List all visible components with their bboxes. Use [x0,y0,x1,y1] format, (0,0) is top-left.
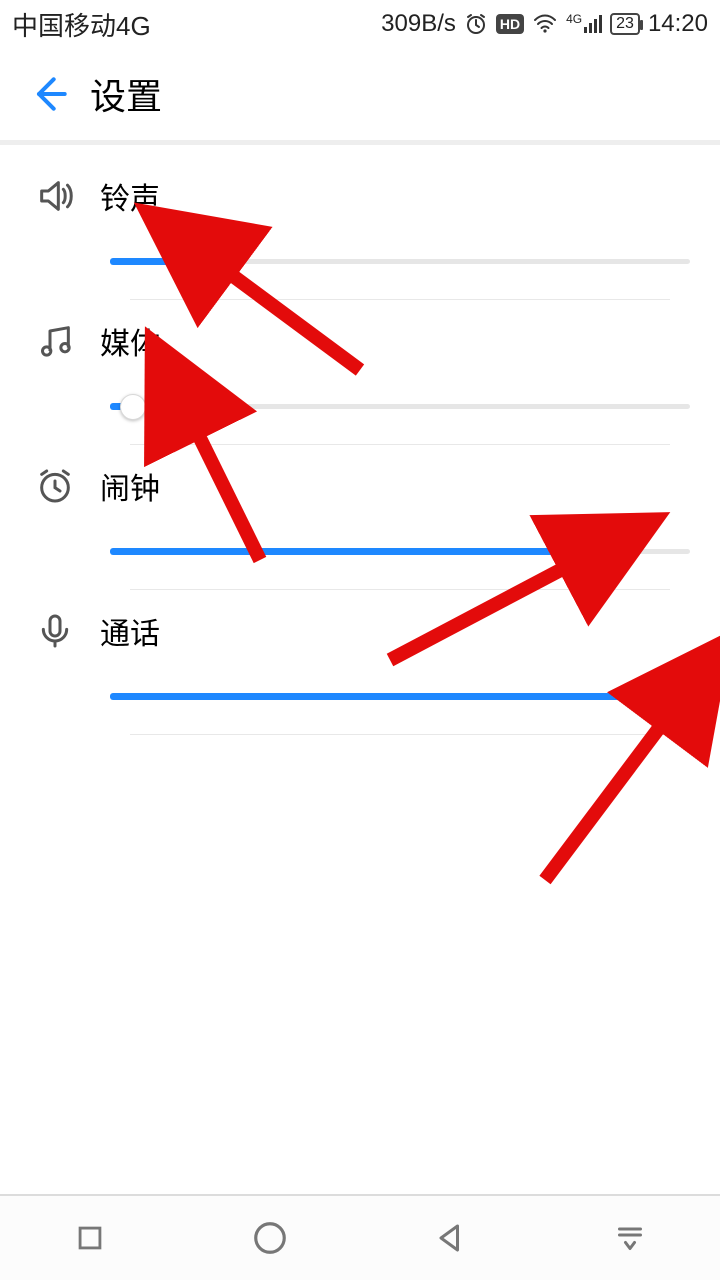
call-slider[interactable] [110,666,690,726]
status-time: 14:20 [648,10,708,38]
mic-icon [20,611,90,651]
app-header: 设置 [0,48,720,140]
hd-icon: HD [496,14,524,34]
music-icon [20,321,90,361]
row-label: 闹钟 [100,464,160,508]
volume-row-ringtone: 铃声 [0,161,720,300]
volume-row-media: 媒体 [0,306,720,445]
system-navbar [0,1194,720,1280]
row-label: 媒体 [100,319,160,363]
cellular-icon: 4G [566,15,602,33]
wifi-icon [532,12,558,36]
back-button[interactable] [20,64,80,124]
nav-pulldown-button[interactable] [600,1208,660,1268]
alarm-slider[interactable] [110,521,690,581]
row-label: 通话 [100,609,160,653]
status-bar: 中国移动4G 309B/s HD 4G 23 14:20 [0,0,720,48]
volume-row-call: 通话 [0,596,720,735]
nav-recents-button[interactable] [60,1208,120,1268]
clock-icon [20,466,90,506]
nav-home-button[interactable] [240,1208,300,1268]
ringtone-slider[interactable] [110,231,690,291]
volume-row-alarm: 闹钟 [0,451,720,590]
speaker-icon [20,176,90,216]
nav-back-button[interactable] [420,1208,480,1268]
page-title: 设置 [90,68,162,120]
battery-icon: 23 [610,13,640,35]
volume-settings-list: 铃声 媒体 闹钟 [0,145,720,735]
status-carrier: 中国移动4G [12,6,151,43]
row-label: 铃声 [100,174,160,218]
alarm-icon [464,12,488,36]
status-right: 309B/s HD 4G 23 14:20 [381,10,708,38]
media-slider[interactable] [110,376,690,436]
status-speed: 309B/s [381,10,456,38]
